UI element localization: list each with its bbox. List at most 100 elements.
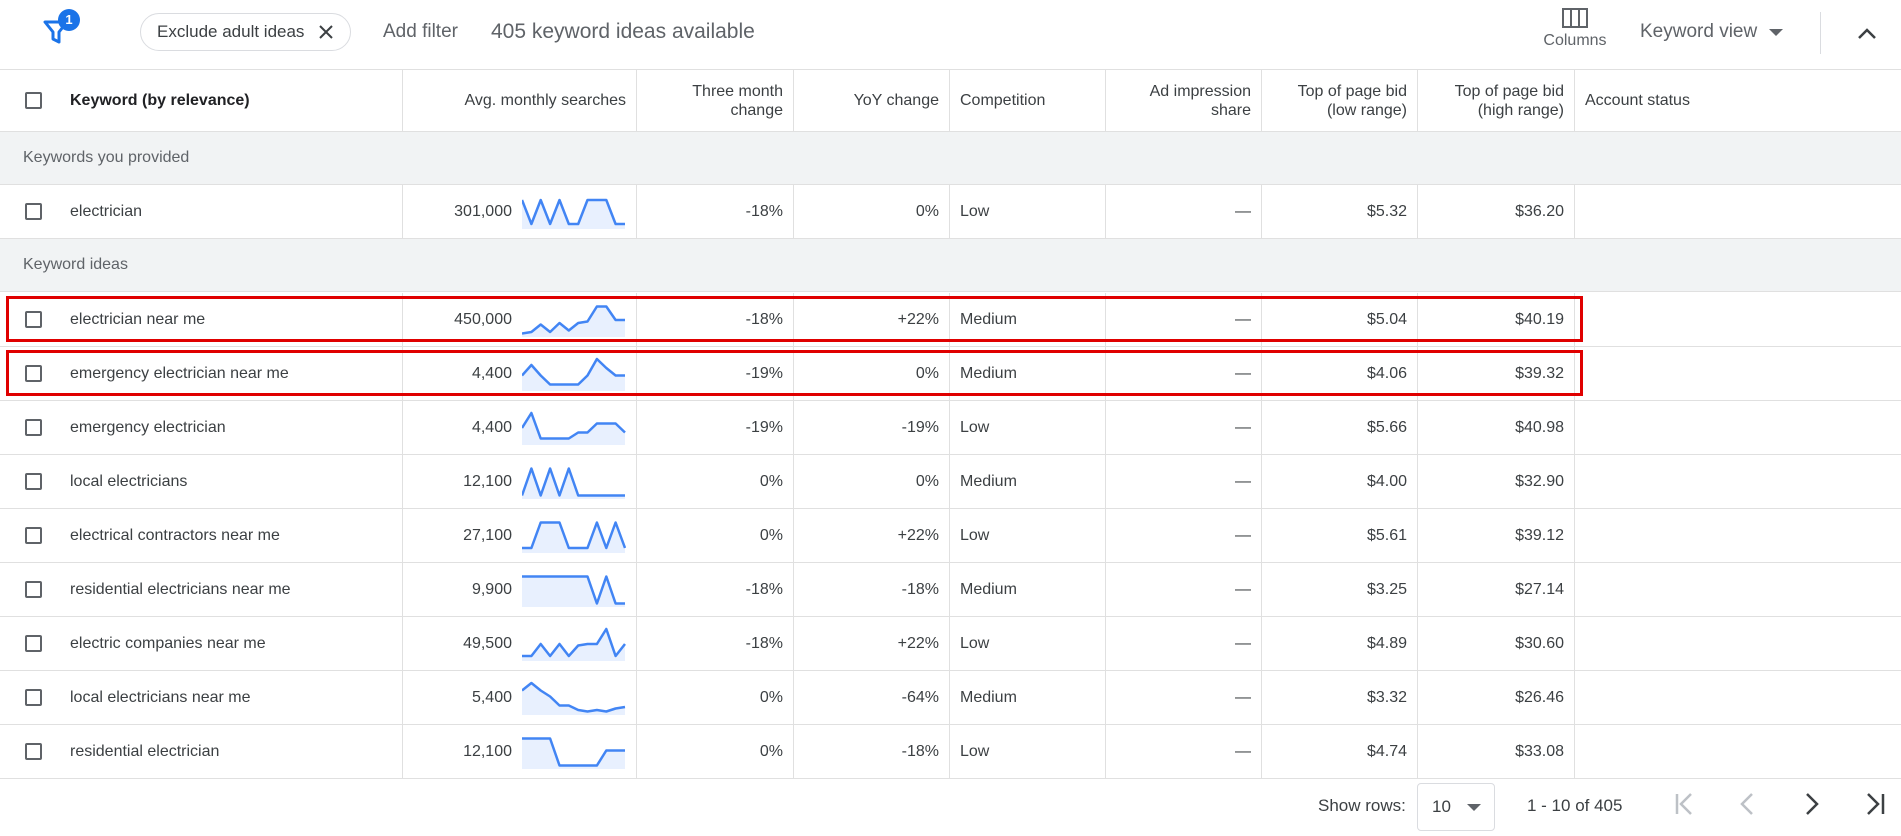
- yoy-change-cell-text: 0%: [915, 364, 939, 382]
- last-page-icon[interactable]: [1860, 789, 1890, 819]
- row-checkbox[interactable]: [25, 365, 42, 382]
- table-row[interactable]: electric companies near me 49,500 -18% +22%…: [0, 617, 1901, 671]
- keyword-cell: electric companies near me: [60, 617, 403, 670]
- bid-high-cell: $30.60: [1418, 617, 1575, 670]
- row-checkbox[interactable]: [25, 203, 42, 220]
- bid-low-cell: $4.89: [1262, 617, 1418, 670]
- bid-low-cell-text: $4.00: [1366, 472, 1407, 490]
- table-row[interactable]: electrician 301,000 -18% 0% Low — $5.32 $36.20: [0, 185, 1901, 239]
- bid-high-cell: $32.90: [1418, 455, 1575, 508]
- competition-cell: Medium: [950, 563, 1106, 616]
- row-checkbox[interactable]: [25, 419, 42, 436]
- close-icon[interactable]: [316, 22, 336, 42]
- keyword-cell-text: local electricians: [70, 472, 188, 490]
- ad-impression-share-cell-text: —: [1235, 418, 1251, 436]
- add-filter-button[interactable]: Add filter: [383, 21, 458, 43]
- yoy-change-cell-text: 0%: [915, 202, 939, 220]
- three-month-change-cell: -19%: [637, 347, 794, 400]
- ad-impression-share-cell: —: [1106, 185, 1262, 238]
- table-row[interactable]: emergency electrician 4,400 -19% -19% Low — $5…: [0, 401, 1901, 455]
- bid-high-cell: $27.14: [1418, 563, 1575, 616]
- row-checkbox[interactable]: [25, 311, 42, 328]
- keyword-cell: local electricians near me: [60, 671, 403, 724]
- three-month-change-cell: -18%: [637, 617, 794, 670]
- keyword-cell-text: emergency electrician near me: [70, 364, 289, 382]
- keyword-cell: local electricians: [60, 455, 403, 508]
- row-checkbox[interactable]: [25, 743, 42, 760]
- table-row[interactable]: electrical contractors near me 27,100 0% +2…: [0, 509, 1901, 563]
- yoy-change-cell-text: -18%: [901, 742, 939, 760]
- keyword-cell-text: emergency electrician: [70, 418, 226, 436]
- rows-per-page-value: 10: [1432, 797, 1451, 816]
- yoy-change-cell: -18%: [794, 563, 950, 616]
- bid-high-cell: $40.98: [1418, 401, 1575, 454]
- trend-sparkline: [522, 520, 626, 553]
- three-month-change-cell-text: -18%: [745, 202, 783, 220]
- competition-cell: Low: [950, 617, 1106, 670]
- bid-low-cell: $5.66: [1262, 401, 1418, 454]
- column-competition[interactable]: Competition: [950, 70, 1106, 131]
- column-avg-searches[interactable]: Avg. monthly searches: [403, 70, 637, 131]
- table-row[interactable]: residential electricians near me 9,900 -18…: [0, 563, 1901, 617]
- competition-cell: Low: [950, 401, 1106, 454]
- column-bid-high[interactable]: Top of page bid (high range): [1418, 70, 1575, 131]
- column-yoy-change[interactable]: YoY change: [794, 70, 950, 131]
- previous-page-icon[interactable]: [1733, 789, 1763, 819]
- divider: [1820, 12, 1821, 54]
- keyword-cell: residential electricians near me: [60, 563, 403, 616]
- competition-cell: Medium: [950, 347, 1106, 400]
- keyword-cell-text: electric companies near me: [70, 634, 266, 652]
- avg-searches-cell: 12,100: [403, 725, 637, 778]
- section-label: Keywords you provided: [23, 149, 190, 166]
- show-rows-label: Show rows:: [1318, 796, 1406, 815]
- bid-high-cell-text: $39.12: [1515, 526, 1564, 544]
- table-row[interactable]: electrician near me 450,000 -18% +22% Medium…: [0, 293, 1901, 347]
- keyword-cell-text: residential electrician: [70, 742, 220, 760]
- avg-searches-cell-text: 4,400: [471, 418, 512, 436]
- avg-searches-cell: 12,100: [403, 455, 637, 508]
- bid-low-cell-text: $5.61: [1366, 526, 1407, 544]
- bid-low-cell: $4.00: [1262, 455, 1418, 508]
- three-month-change-cell: -19%: [637, 401, 794, 454]
- row-checkbox[interactable]: [25, 689, 42, 706]
- chevron-up-icon[interactable]: [1853, 20, 1881, 48]
- table-row[interactable]: local electricians near me 5,400 0% -64% Med…: [0, 671, 1901, 725]
- bid-high-cell: $40.19: [1418, 293, 1575, 346]
- table-row[interactable]: emergency electrician near me 4,400 -19% 0%…: [0, 347, 1901, 401]
- section-header-provided: Keywords you provided: [0, 132, 1901, 185]
- bid-low-cell-text: $4.74: [1366, 742, 1407, 760]
- row-checkbox[interactable]: [25, 473, 42, 490]
- column-three-month-change[interactable]: Three month change: [637, 70, 794, 131]
- competition-cell: Medium: [950, 455, 1106, 508]
- three-month-change-cell: 0%: [637, 455, 794, 508]
- yoy-change-cell: 0%: [794, 455, 950, 508]
- competition-cell-text: Medium: [960, 310, 1017, 328]
- ad-impression-share-cell-text: —: [1235, 742, 1251, 760]
- table-row[interactable]: local electricians 12,100 0% 0% Medium — $4.00…: [0, 455, 1901, 509]
- bid-low-cell-text: $5.04: [1366, 310, 1407, 328]
- avg-searches-cell-text: 301,000: [454, 202, 512, 220]
- row-checkbox[interactable]: [25, 635, 42, 652]
- yoy-change-cell: 0%: [794, 185, 950, 238]
- column-account-status[interactable]: Account status: [1575, 70, 1775, 131]
- column-ad-impression-share[interactable]: Ad impression share: [1106, 70, 1262, 131]
- avg-searches-cell: 49,500: [403, 617, 637, 670]
- keyword-cell: electrician near me: [60, 293, 403, 346]
- column-bid-low[interactable]: Top of page bid (low range): [1262, 70, 1418, 131]
- columns-button[interactable]: Columns: [1540, 8, 1610, 50]
- rows-per-page-select[interactable]: 10: [1417, 783, 1495, 831]
- yoy-change-cell: +22%: [794, 617, 950, 670]
- select-all-checkbox[interactable]: [25, 92, 42, 109]
- column-keyword[interactable]: Keyword (by relevance): [60, 70, 403, 131]
- table-row[interactable]: residential electrician 12,100 0% -18% Low — $…: [0, 725, 1901, 779]
- row-checkbox[interactable]: [25, 527, 42, 544]
- next-page-icon[interactable]: [1796, 789, 1826, 819]
- keyword-cell-text: residential electricians near me: [70, 580, 291, 598]
- keyword-view-dropdown[interactable]: Keyword view: [1640, 21, 1784, 43]
- first-page-icon[interactable]: [1669, 789, 1699, 819]
- exclude-adult-chip[interactable]: Exclude adult ideas: [140, 13, 352, 51]
- bid-high-cell-text: $40.19: [1515, 310, 1564, 328]
- row-checkbox[interactable]: [25, 581, 42, 598]
- bid-low-cell: $5.61: [1262, 509, 1418, 562]
- caret-down-icon: [1466, 803, 1481, 811]
